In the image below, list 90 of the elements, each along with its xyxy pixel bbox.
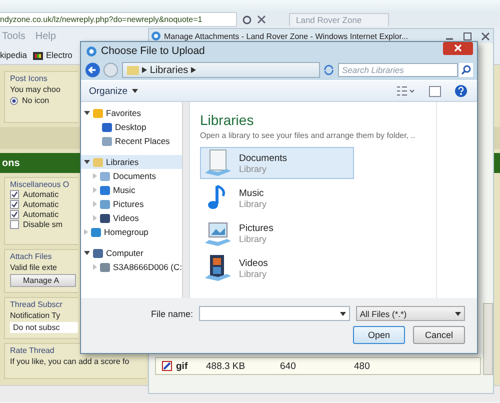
- file-size: 488.3 KB: [206, 360, 246, 372]
- open-button[interactable]: Open: [353, 326, 405, 344]
- file-type-select[interactable]: All Files (*.*): [356, 306, 465, 321]
- panel-title: Rate Thread: [10, 346, 56, 355]
- checkbox[interactable]: [10, 200, 19, 209]
- library-item[interactable]: Pictures Library: [200, 217, 354, 249]
- close-button[interactable]: [443, 42, 473, 55]
- breadcrumb-bar[interactable]: Libraries: [122, 62, 320, 78]
- browser-icon: [151, 31, 161, 41]
- library-item[interactable]: Music Library: [200, 182, 354, 214]
- nav-item[interactable]: Computer: [81, 246, 182, 260]
- panel-text: If you like, you can add a score fo: [10, 357, 130, 366]
- checkbox-label: Automatic: [23, 190, 59, 199]
- close-icon[interactable]: [481, 32, 490, 40]
- library-type: Library: [239, 234, 268, 244]
- nav-item[interactable]: S3A8666D006 (C:: [81, 260, 182, 274]
- panel-title: Miscellaneous O: [10, 180, 70, 189]
- checkbox-label: Automatic: [23, 210, 59, 219]
- breadcrumb-item[interactable]: Libraries: [150, 64, 188, 76]
- search-field[interactable]: Search Libraries: [338, 63, 458, 77]
- caret-icon[interactable]: [455, 312, 461, 316]
- back-button[interactable]: [85, 62, 100, 78]
- folder-icon: [126, 65, 139, 75]
- checkbox-label: Disable sm: [23, 220, 63, 229]
- content-subtitle: Open a library to see your files and arrange them by folder, ..: [200, 131, 416, 140]
- caret-icon[interactable]: [132, 89, 138, 93]
- scrollbar[interactable]: [483, 303, 493, 375]
- library-item[interactable]: Videos Library: [200, 252, 354, 284]
- checkbox[interactable]: [10, 190, 19, 199]
- library-type: Library: [239, 268, 268, 278]
- library-name: Pictures: [239, 222, 274, 234]
- scrollbar[interactable]: [182, 102, 189, 298]
- nav-item[interactable]: Desktop: [81, 120, 182, 134]
- browser-icon: [86, 46, 97, 56]
- checkbox[interactable]: [10, 220, 19, 229]
- nav-item[interactable]: Documents: [81, 169, 182, 183]
- chevron-icon: [142, 67, 147, 73]
- maximize-icon[interactable]: [463, 32, 472, 40]
- manage-attachments-button[interactable]: Manage A: [10, 274, 76, 287]
- nav-item[interactable]: Videos: [81, 211, 182, 225]
- nav-item[interactable]: Recent Places: [81, 134, 182, 148]
- library-name: Videos: [239, 258, 268, 268]
- subscription-select[interactable]: Do not subsc: [10, 322, 78, 333]
- nav-item[interactable]: Music: [81, 183, 182, 197]
- panel-text: Valid file exte: [10, 263, 58, 272]
- file-icon: [162, 361, 172, 371]
- checkbox-label: Automatic: [23, 200, 59, 209]
- panel-text: You may choo: [10, 85, 62, 94]
- library-name: Documents: [239, 152, 288, 164]
- view-options-icon[interactable]: [397, 86, 415, 96]
- cancel-button[interactable]: Cancel: [413, 326, 465, 344]
- dialog-title: Choose File to Upload: [101, 45, 206, 57]
- file-name-field[interactable]: [199, 306, 350, 321]
- search-icon[interactable]: [459, 63, 473, 77]
- document-icon: [205, 149, 231, 177]
- panel-title: Attach Files: [10, 252, 53, 261]
- nav-item[interactable]: Pictures: [81, 197, 182, 211]
- favorite-link[interactable]: Electro: [46, 50, 72, 60]
- radio-label: No icon: [22, 96, 50, 105]
- radio-button[interactable]: [10, 96, 18, 104]
- close-icon[interactable]: [257, 15, 266, 24]
- image-width: 640: [280, 360, 297, 372]
- panel-title: Thread Subscr: [10, 300, 64, 309]
- preview-pane-icon[interactable]: [429, 86, 441, 96]
- nav-item[interactable]: Libraries: [81, 155, 182, 169]
- file-name-label: File name:: [151, 308, 194, 318]
- organize-button[interactable]: Organize: [89, 86, 128, 96]
- panel-title: Post Icons: [10, 74, 48, 83]
- refresh-icon[interactable]: [323, 64, 335, 76]
- refresh-icon[interactable]: [242, 14, 252, 24]
- favorite-link[interactable]: kipedia: [0, 50, 27, 60]
- checkbox[interactable]: [10, 210, 19, 219]
- nav-item[interactable]: Homegroup: [81, 225, 182, 239]
- section-header-text: ons: [1, 158, 20, 168]
- address-field[interactable]: ndyzone.co.uk/lz/newreply.php?do=newreply&noquote=1: [0, 12, 237, 27]
- content-heading: Libraries: [200, 112, 255, 128]
- caret-icon[interactable]: [340, 312, 346, 316]
- library-name: Music: [239, 188, 265, 198]
- image-height: 480: [354, 360, 370, 372]
- library-type: Library: [239, 164, 268, 174]
- chevron-icon[interactable]: [191, 67, 196, 73]
- library-item[interactable]: Documents Library: [200, 147, 354, 179]
- window-title: Manage Attachments - Land Rover Zone - Windows Internet Explor...: [164, 32, 410, 40]
- film-icon: [205, 254, 231, 282]
- help-icon[interactable]: [455, 85, 467, 97]
- file-type: gif: [176, 360, 189, 372]
- panel-text: Notification Ty: [10, 311, 62, 320]
- library-type: Library: [239, 198, 267, 208]
- nav-item[interactable]: Favorites: [81, 106, 182, 120]
- tv-icon: [32, 50, 43, 60]
